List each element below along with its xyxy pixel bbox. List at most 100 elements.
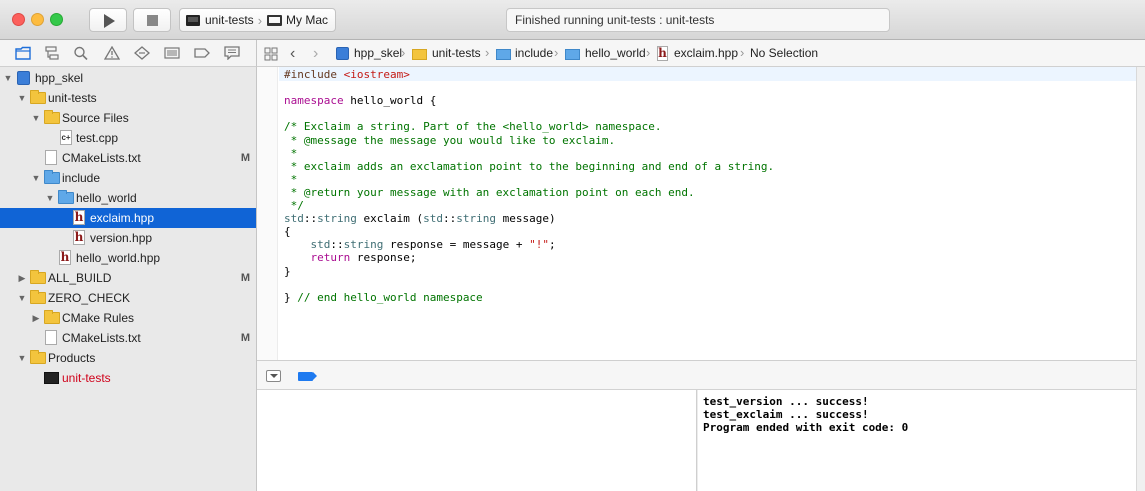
code-line[interactable]: namespace hello_world { [284, 94, 436, 107]
tree-row-file[interactable]: h version.hpp [0, 228, 256, 248]
jump-item-symbol[interactable]: No Selection [750, 40, 818, 67]
code-line[interactable]: std::string exclaim (std::string message… [284, 212, 556, 225]
related-items-icon[interactable] [264, 40, 278, 67]
minimize-window-button[interactable] [31, 13, 44, 26]
folder-icon[interactable] [15, 46, 31, 61]
tree-label: include [62, 171, 101, 185]
tree-row-file[interactable]: CMakeLists.txt M [0, 148, 256, 168]
header-file-icon: h [73, 210, 85, 225]
folder-yellow-icon [30, 90, 46, 104]
tree-row-folder[interactable]: ▼ include [0, 168, 256, 188]
code-token: return [310, 251, 351, 265]
code-line[interactable]: } [284, 265, 291, 278]
variables-view[interactable] [257, 390, 697, 491]
disclosure-triangle-icon[interactable]: ▼ [45, 188, 55, 208]
run-button[interactable] [89, 8, 127, 32]
breakpoints-toggle-button[interactable] [298, 372, 317, 381]
chevron-right-icon: › [485, 45, 490, 60]
tree-row-product[interactable]: unit-tests [0, 368, 256, 388]
code-line[interactable]: * exclaim adds an exclamation point to t… [284, 160, 774, 173]
test-diamond-icon[interactable] [134, 46, 150, 61]
tree-row-folder[interactable]: ▼ unit-tests [0, 88, 256, 108]
forward-icon[interactable]: › [313, 40, 318, 67]
disclosure-triangle-icon[interactable]: ▼ [3, 68, 13, 88]
console-output[interactable]: test_version ... success! test_exclaim .… [698, 390, 1136, 491]
hide-debug-area-button[interactable] [266, 370, 281, 382]
tree-row-folder[interactable]: ▶ ALL_BUILD M [0, 268, 256, 288]
tree-row-file[interactable]: CMakeLists.txt M [0, 328, 256, 348]
project-icon [17, 71, 30, 85]
code-line[interactable]: * @return your message with an exclamati… [284, 186, 695, 199]
code-token: response = message + [383, 238, 530, 252]
disclosure-triangle-icon[interactable]: ▼ [31, 168, 41, 188]
code-line[interactable]: */ [284, 199, 304, 212]
tree-row-file[interactable]: h hello_world.hpp [0, 248, 256, 268]
code-token: hello_world { [343, 94, 437, 108]
disclosure-triangle-icon[interactable]: ▶ [17, 268, 27, 288]
tree-row-project[interactable]: ▼ hpp_skel [0, 68, 256, 88]
tree-label: test.cpp [76, 131, 119, 145]
code-token: * exclaim adds an exclamation point to t… [284, 159, 775, 173]
jump-item[interactable]: hello_world [585, 40, 646, 67]
jump-item[interactable]: exclaim.hpp [674, 40, 738, 67]
tree-row-folder[interactable]: ▶ CMake Rules [0, 308, 256, 328]
code-token: :: [442, 212, 457, 226]
code-line[interactable]: * [284, 147, 298, 160]
code-line[interactable]: #include <iostream> [284, 68, 410, 81]
disclosure-triangle-icon[interactable]: ▼ [17, 88, 27, 108]
play-icon [104, 14, 115, 28]
tree-row-file[interactable]: c+ test.cpp [0, 128, 256, 148]
scheme-selector[interactable]: unit-tests › My Mac [179, 8, 336, 32]
search-icon[interactable] [73, 46, 89, 61]
tree-row-folder[interactable]: ▼ ZERO_CHECK [0, 288, 256, 308]
stop-button[interactable] [133, 8, 171, 32]
disclosure-triangle-icon[interactable]: ▼ [31, 108, 41, 128]
text-file-icon [45, 150, 57, 165]
jump-item[interactable]: include [515, 40, 553, 67]
disclosure-triangle-icon[interactable]: ▶ [31, 308, 41, 328]
code-line[interactable]: * @message the message you would like to… [284, 134, 616, 147]
report-icon[interactable] [224, 46, 240, 61]
tree-label: hello_world [76, 191, 137, 205]
folder-yellow-icon [44, 310, 60, 324]
code-token: // end hello_world namespace [297, 290, 483, 304]
breakpoint-icon[interactable] [194, 46, 210, 61]
project-navigator: ▼ hpp_skel ▼ unit-tests ▼ Source Files c… [0, 67, 257, 491]
disclosure-triangle-icon[interactable]: ▼ [17, 288, 27, 308]
header-file-icon: h [73, 230, 85, 245]
code-line[interactable]: /* Exclaim a string. Part of the <hello_… [284, 120, 662, 133]
back-icon[interactable]: ‹ [290, 40, 295, 67]
tree-row-folder[interactable]: ▼ Products [0, 348, 256, 368]
modified-badge: M [240, 152, 250, 164]
close-window-button[interactable] [12, 13, 25, 26]
folder-blue-icon [58, 190, 74, 204]
tree-label: Source Files [62, 111, 129, 125]
tree-label: ZERO_CHECK [48, 291, 131, 305]
editor-gutter[interactable] [257, 67, 278, 360]
folder-blue-icon [496, 49, 511, 60]
code-line[interactable]: } // end hello_world namespace [284, 291, 483, 304]
scheme-target[interactable]: unit-tests [205, 13, 254, 27]
tree-row-folder[interactable]: ▼ hello_world [0, 188, 256, 208]
stop-icon [147, 15, 158, 26]
code-line[interactable]: * [284, 173, 298, 186]
tree-row-file-selected[interactable]: h exclaim.hpp [0, 208, 256, 228]
disclosure-triangle-icon[interactable]: ▼ [17, 348, 27, 368]
code-token: } [284, 290, 298, 304]
jump-item[interactable]: unit-tests [432, 40, 481, 67]
hierarchy-icon[interactable] [44, 46, 60, 61]
jump-item[interactable]: hpp_skel [354, 40, 402, 67]
debug-icon[interactable] [164, 46, 180, 61]
scheme-destination[interactable]: My Mac [286, 13, 328, 27]
project-icon [336, 47, 349, 60]
tree-row-folder[interactable]: ▼ Source Files [0, 108, 256, 128]
warning-icon[interactable] [103, 45, 121, 61]
code-line[interactable]: { [284, 225, 291, 238]
source-editor[interactable]: #include <iostream> namespace hello_world… [257, 67, 1136, 360]
code-line[interactable]: return response; [284, 251, 417, 265]
zoom-window-button[interactable] [50, 13, 63, 26]
code-line[interactable]: std::string response = message + "!"; [284, 238, 556, 251]
modified-badge: M [240, 332, 250, 344]
